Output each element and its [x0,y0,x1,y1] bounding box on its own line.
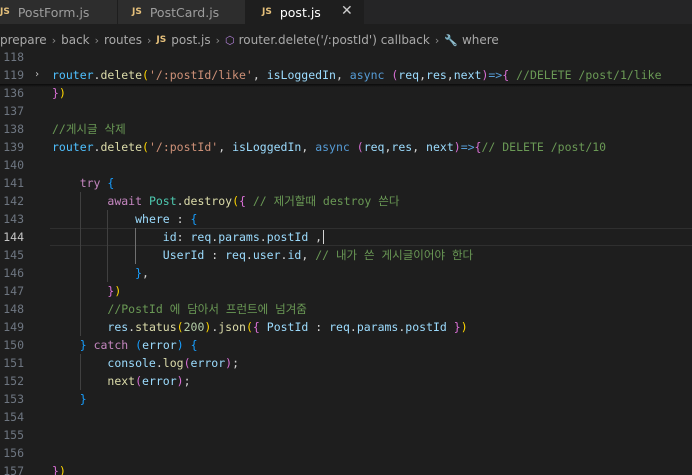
code-line[interactable]: 147 }) [0,282,692,300]
tab-label: post.js [279,4,321,20]
code-line[interactable]: 142 await Post.destroy({ // 제거할때 destroy… [0,192,692,210]
breadcrumb-item[interactable]: where [462,33,499,47]
code-line[interactable]: 157}) [0,462,692,475]
code-text: UserId : req.user.id, // 내가 쓴 게시글이어야 한다 [162,248,474,262]
code-text: router.delete('/:postId', isLoggedIn, as… [52,140,607,154]
line-number: 144 [3,230,24,244]
line-number: 139 [3,140,24,154]
line-number: 150 [3,338,24,352]
code-text: }) [107,284,122,298]
code-line[interactable]: 144 id: req.params.postId , [0,228,692,246]
breadcrumb-item[interactable]: post.js [171,33,210,47]
indent-guide [135,228,136,264]
code-text: id: req.params.postId , [162,230,323,244]
js-file-icon: JS [156,35,167,45]
js-file-icon: JS [262,7,272,17]
code-text: }) [52,464,66,475]
code-text: await Post.destroy({ // 제거할때 destroy 쓴다 [107,194,400,208]
tab-postcard-js[interactable]: JS PostCard.js [118,0,246,24]
code-line[interactable]: 153 } [0,390,692,408]
code-line[interactable]: 154 [0,408,692,426]
code-line[interactable]: 155 [0,426,692,444]
code-line[interactable]: 139 router.delete('/:postId', isLoggedIn,… [0,138,692,156]
line-number: 153 [3,392,24,406]
code-line[interactable]: 145 UserId : req.user.id, // 내가 쓴 게시글이어야… [0,246,692,264]
chevron-right-icon: › [147,33,152,47]
line-number: 140 [3,158,24,172]
code-text: where : { [135,212,198,226]
editor-tab-bar: JS PostForm.js JS PostCard.js JS post.js… [0,0,692,24]
code-line[interactable]: 152 next(error); [0,372,692,390]
wrench-icon: 🔧 [444,33,458,47]
chevron-right-icon: › [215,33,220,47]
breadcrumb: prepare › back › routes › JS post.js › ⬡… [0,30,692,50]
code-text: router.delete('/:postId/like', isLoggedI… [52,68,662,82]
code-text: next(error); [107,374,191,388]
code-line[interactable]: 138 //게시글 삭제 [0,120,692,138]
line-number: 149 [3,320,24,334]
tab-label: PostForm.js [17,4,90,20]
code-line[interactable]: 146 }, [0,264,692,282]
code-text: } catch (error) { [79,338,198,352]
line-number: 119 [3,68,24,82]
indent-guide [107,210,108,282]
line-number: 143 [3,212,24,226]
line-number: 156 [3,446,24,460]
code-editor[interactable]: 118 119 › router.delete('/:postId/like', is… [0,48,692,475]
code-line[interactable]: 141 try { [0,174,692,192]
line-number: 152 [3,374,24,388]
line-number: 151 [3,356,24,370]
line-number: 155 [3,428,24,442]
line-number: 146 [3,266,24,280]
code-text: }, [135,266,149,280]
code-text: //PostId 에 담아서 프런트에 넘겨줌 [107,302,307,316]
tab-label: PostCard.js [149,4,220,20]
code-line[interactable]: 151 console.log(error); [0,354,692,372]
tab-postform-js[interactable]: JS PostForm.js [0,0,118,24]
line-number: 142 [3,194,24,208]
method-cube-icon: ⬡ [225,33,235,47]
line-number: 157 [3,464,24,475]
code-line[interactable]: 143 where : { [0,210,692,228]
fold-chevron-icon[interactable]: › [34,66,40,84]
code-line[interactable]: 150 } catch (error) { [0,336,692,354]
sticky-scroll-shadow [0,84,692,87]
line-number: 137 [3,104,24,118]
line-number: 147 [3,284,24,298]
line-number: 145 [3,248,24,262]
chevron-right-icon: › [94,33,100,47]
code-line[interactable]: 149 res.status(200).json({ PostId : req.… [0,318,692,336]
text-cursor [323,230,324,244]
code-line[interactable]: 148 //PostId 에 담아서 프런트에 넘겨줌 [0,300,692,318]
line-number: 154 [3,410,24,424]
chevron-right-icon: › [434,33,440,47]
code-line[interactable]: 118 [0,48,692,66]
code-line[interactable]: 137 [0,102,692,120]
tab-post-js[interactable]: JS post.js ✕ [246,0,364,24]
breadcrumb-item[interactable]: routes [104,33,142,47]
code-text: } [79,392,87,406]
line-number: 141 [3,176,24,190]
js-file-icon: JS [132,7,142,17]
close-icon[interactable]: ✕ [341,3,353,19]
breadcrumb-item[interactable]: prepare [0,33,47,47]
code-line[interactable]: 156 [0,444,692,462]
code-text: //게시글 삭제 [52,122,126,136]
chevron-right-icon: › [51,33,57,47]
breadcrumb-item[interactable]: router.delete('/:postId') callback [239,33,430,47]
code-text: res.status(200).json({ PostId : req.para… [107,320,468,334]
code-text: try { [79,176,115,190]
js-file-icon: JS [0,7,10,17]
breadcrumb-item[interactable]: back [61,33,90,47]
code-line[interactable]: 140 [0,156,692,174]
line-number: 138 [3,122,24,136]
indent-guide [80,354,81,390]
code-line[interactable]: 119 › router.delete('/:postId/like', isLog… [0,66,692,84]
line-number: 118 [3,50,24,64]
indent-guide [80,192,81,336]
line-number: 148 [3,302,24,316]
